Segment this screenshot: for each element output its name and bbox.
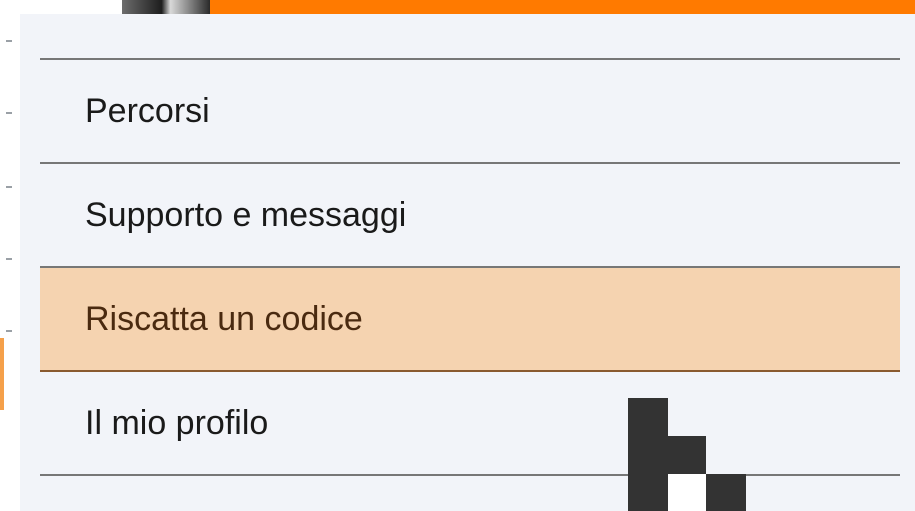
menu-item-label: Il mio profilo — [85, 403, 269, 442]
pointer-cursor-icon — [628, 398, 746, 511]
background-tick — [6, 186, 12, 188]
background-tick — [6, 40, 12, 42]
background-accent — [0, 338, 4, 410]
header-accent-bar — [210, 0, 915, 14]
background-tick — [6, 112, 12, 114]
menu-item-riscatta-un-codice[interactable]: Riscatta un codice — [40, 268, 900, 370]
header-thumbnail — [122, 0, 210, 14]
menu-item-il-mio-profilo[interactable]: Il mio profilo — [40, 372, 900, 474]
background-tick — [6, 258, 12, 260]
menu-item-label: Supporto e messaggi — [85, 195, 407, 234]
menu-item-label: Percorsi — [85, 91, 210, 130]
menu-divider — [40, 474, 900, 476]
menu-item-percorsi[interactable]: Percorsi — [40, 60, 900, 162]
menu-item-supporto-e-messaggi[interactable]: Supporto e messaggi — [40, 164, 900, 266]
dropdown-menu: Percorsi Supporto e messaggi Riscatta un… — [20, 14, 915, 511]
menu-item-label: Riscatta un codice — [85, 299, 363, 338]
background-page — [0, 0, 20, 511]
menu-list: Percorsi Supporto e messaggi Riscatta un… — [40, 58, 900, 476]
background-tick — [6, 330, 12, 332]
header-bar — [0, 0, 915, 14]
